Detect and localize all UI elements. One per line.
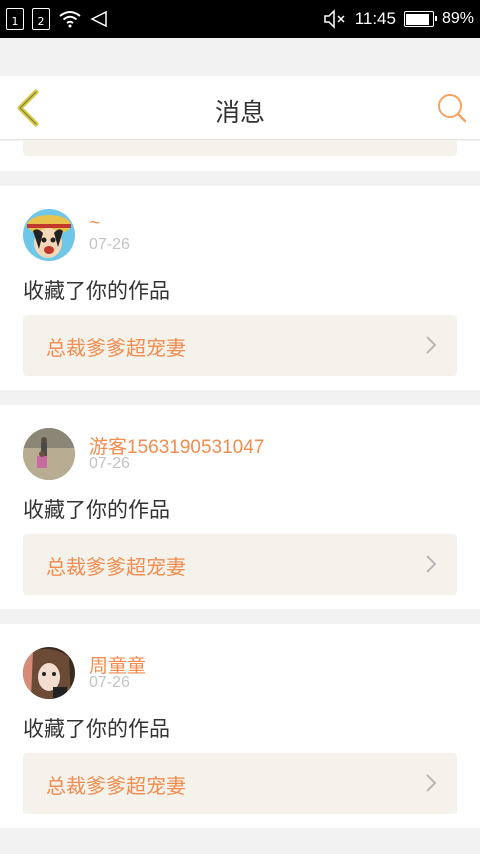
status-time: 11:45 bbox=[354, 9, 396, 28]
action-text: 收藏了你的作品 bbox=[23, 717, 170, 741]
work-title: 总裁爹爹超宠妻 bbox=[46, 774, 186, 798]
avatar-image-icon bbox=[23, 209, 75, 261]
avatar[interactable] bbox=[23, 209, 75, 261]
action-text: 收藏了你的作品 bbox=[23, 498, 170, 522]
avatar-image-icon bbox=[23, 428, 75, 480]
status-bar: 1 2 11:45 89% bbox=[0, 0, 480, 38]
work-link[interactable]: 总裁爹爹超宠妻 bbox=[23, 315, 457, 376]
message-list: ~ 07-26 收藏了你的作品 总裁爹爹超宠妻 游客1563190531047 … bbox=[0, 186, 480, 843]
chevron-right-icon bbox=[426, 336, 437, 354]
partial-work-link[interactable] bbox=[23, 141, 457, 156]
page-title: 消息 bbox=[214, 98, 265, 127]
status-left: 1 2 bbox=[6, 8, 108, 30]
mute-icon bbox=[323, 9, 345, 29]
battery-icon bbox=[403, 11, 437, 27]
work-title: 总裁爹爹超宠妻 bbox=[46, 555, 186, 579]
sim2-icon: 2 bbox=[32, 8, 50, 30]
avatar[interactable] bbox=[23, 428, 75, 480]
action-text: 收藏了你的作品 bbox=[23, 279, 170, 303]
wifi-icon bbox=[59, 11, 81, 28]
work-link[interactable]: 总裁爹爹超宠妻 bbox=[23, 534, 457, 595]
sim1-icon: 1 bbox=[6, 8, 24, 30]
sim2-label: 2 bbox=[37, 15, 45, 28]
avatar-image-icon bbox=[23, 647, 75, 699]
navigation-icon bbox=[90, 10, 107, 28]
avatar[interactable] bbox=[23, 647, 75, 699]
chevron-right-icon bbox=[426, 555, 437, 573]
message-card: 周童童 07-26 收藏了你的作品 总裁爹爹超宠妻 bbox=[0, 624, 480, 828]
work-title: 总裁爹爹超宠妻 bbox=[46, 336, 186, 360]
header-bar: 消息 bbox=[0, 76, 480, 140]
work-link[interactable]: 总裁爹爹超宠妻 bbox=[23, 753, 457, 814]
battery-fill bbox=[406, 13, 429, 25]
message-date: 07-26 bbox=[89, 674, 130, 691]
user-name[interactable]: ~ bbox=[89, 213, 100, 235]
battery-percent: 89% bbox=[441, 10, 474, 27]
chevron-right-icon bbox=[426, 774, 437, 792]
status-right: 11:45 89% bbox=[323, 9, 474, 29]
sim1-label: 1 bbox=[11, 15, 19, 28]
search-icon[interactable] bbox=[436, 92, 468, 124]
message-date: 07-26 bbox=[89, 236, 130, 253]
message-card: ~ 07-26 收藏了你的作品 总裁爹爹超宠妻 bbox=[0, 186, 480, 390]
partial-card bbox=[0, 141, 480, 171]
message-date: 07-26 bbox=[89, 455, 130, 472]
message-card: 游客1563190531047 07-26 收藏了你的作品 总裁爹爹超宠妻 bbox=[0, 405, 480, 609]
